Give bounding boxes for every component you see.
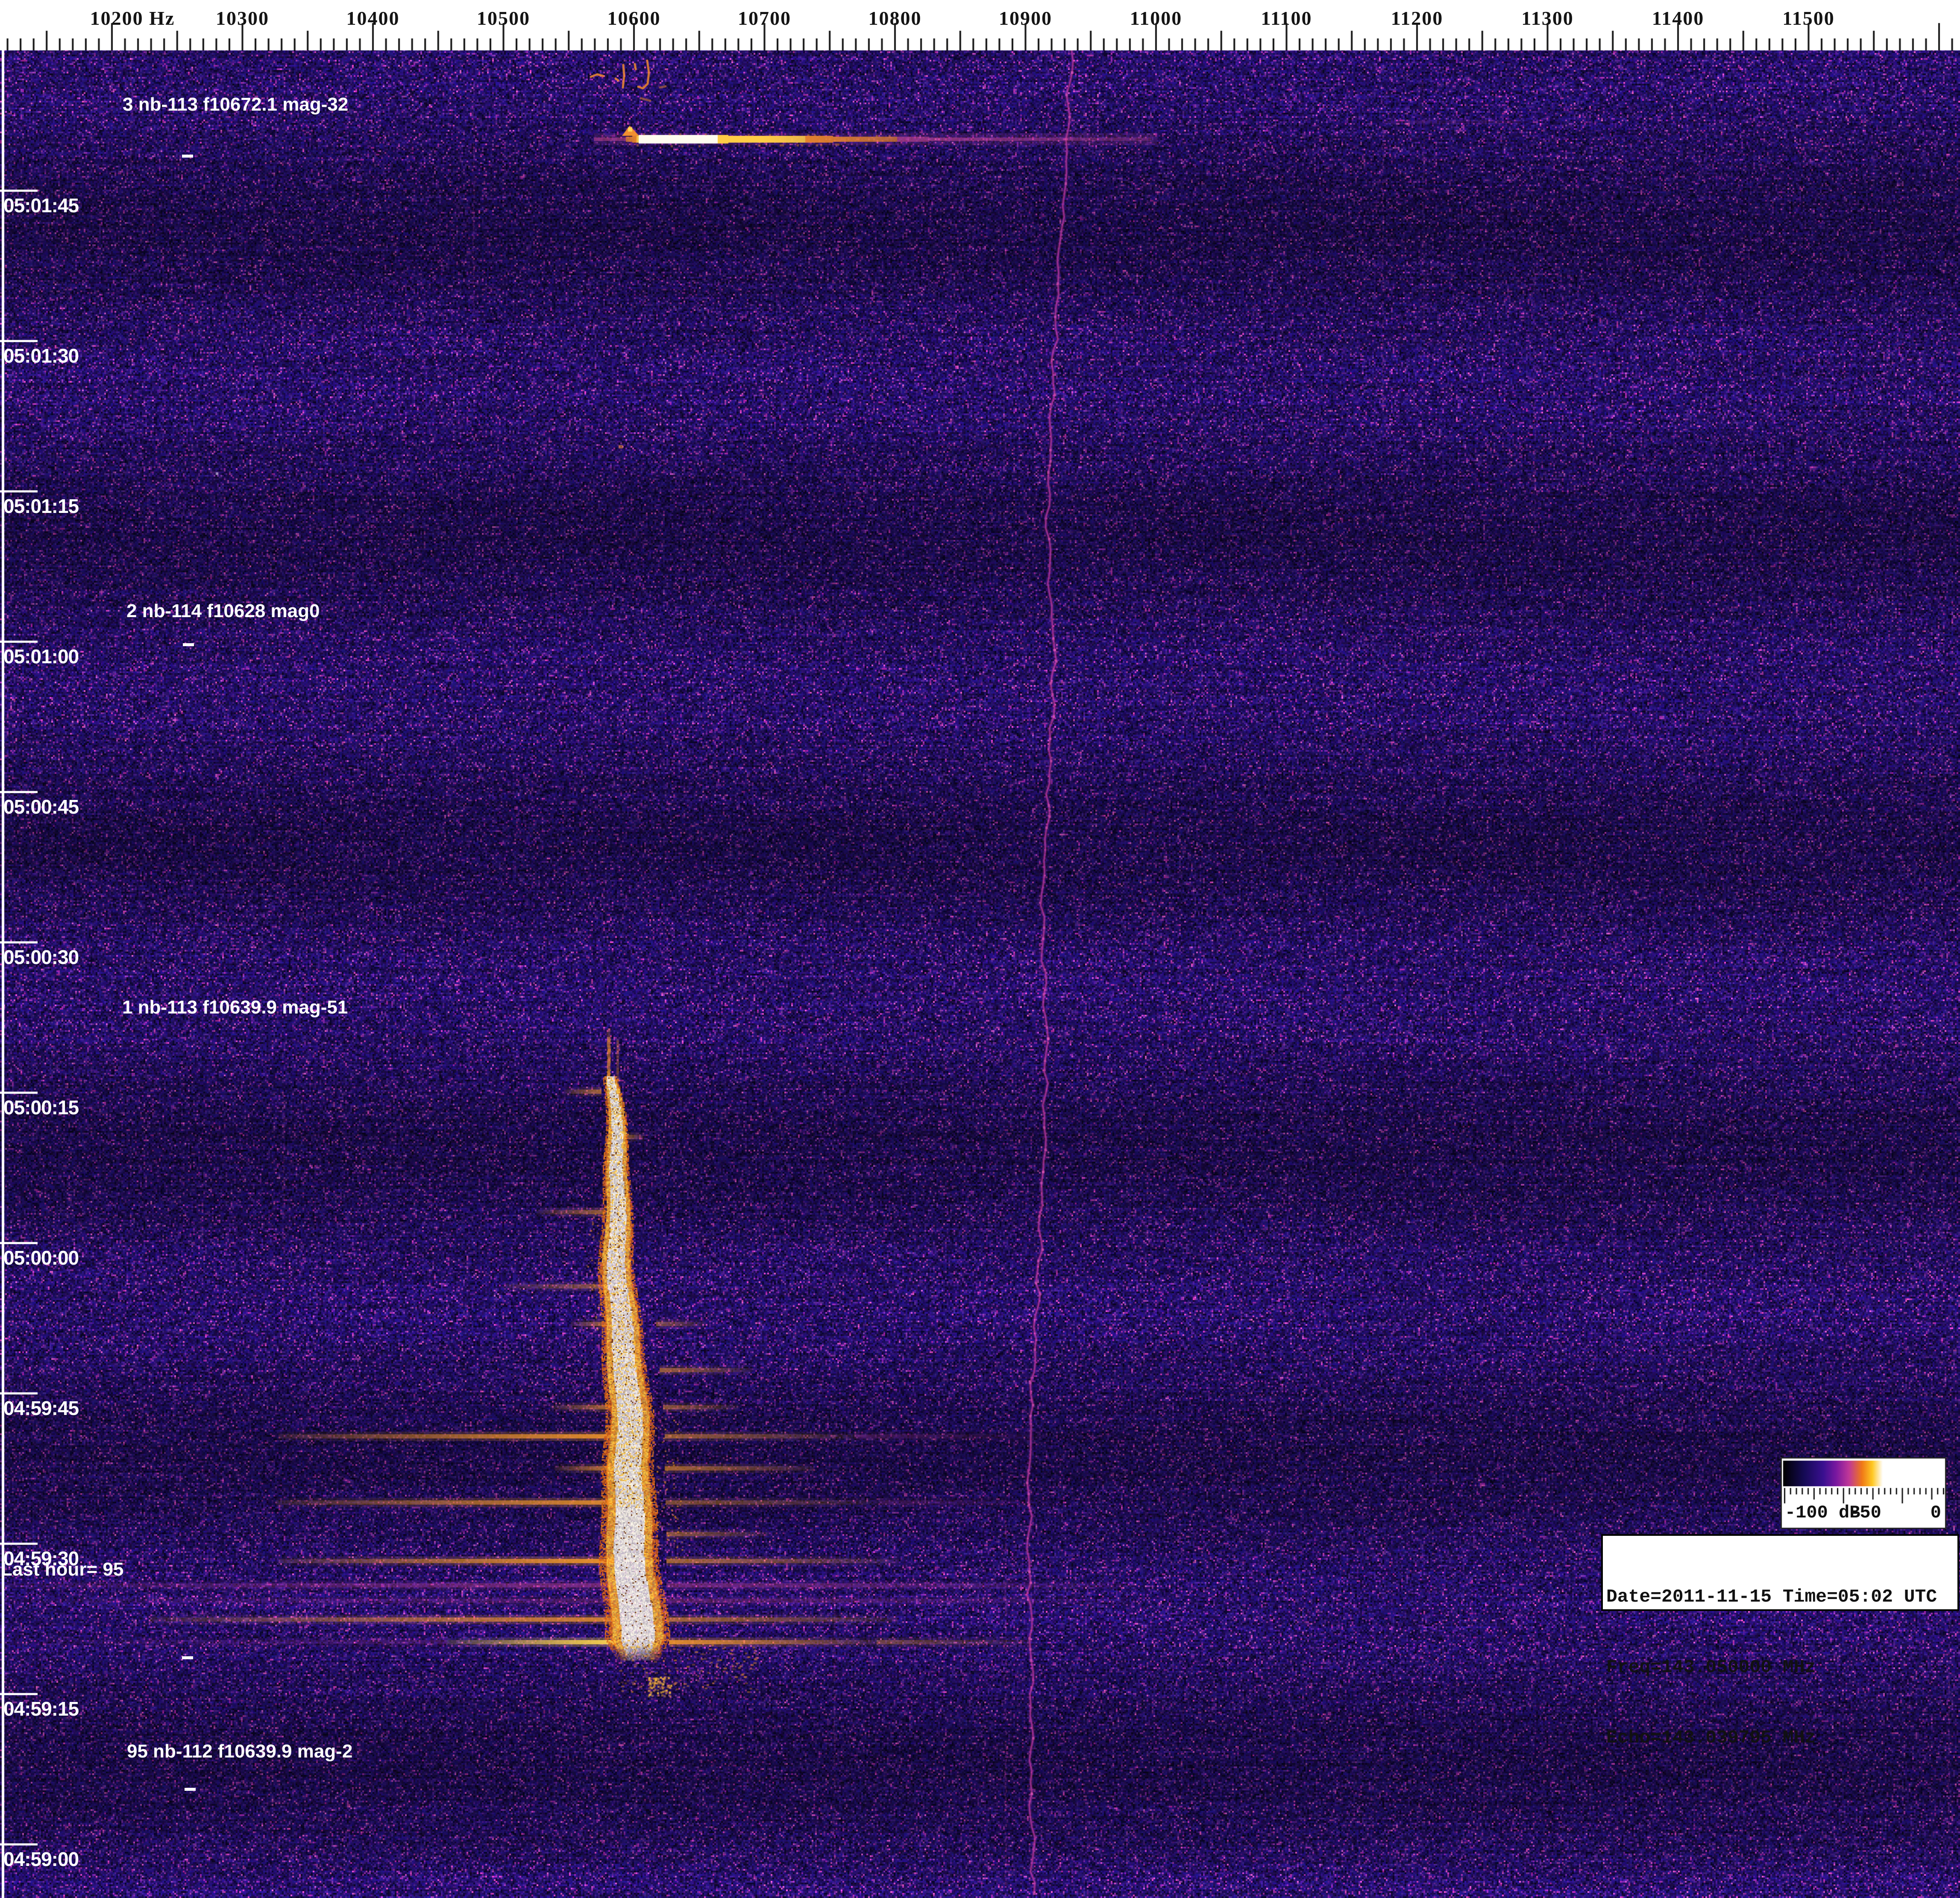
- frequency-tick-label: 11300: [1521, 7, 1573, 29]
- time-tick-label: 05:01:00: [3, 645, 79, 668]
- meteor-spectrogram-screen: 10200 Hz 10300 10400 10500 10600 10700 10800 10…: [0, 0, 1960, 1898]
- info-echo-frequency: Echo=143.039795 MHz: [1606, 1726, 1954, 1749]
- event-marker-dash: [182, 1656, 193, 1659]
- time-tick-label: 05:01:30: [3, 344, 79, 367]
- info-frequency: Freq=143.050000 MHz: [1606, 1655, 1954, 1679]
- time-tick-label: 04:59:45: [3, 1397, 79, 1420]
- event-annotation: 3 nb-113 f10672.1 mag-32: [123, 94, 348, 115]
- event-annotation: 1 nb-113 f10639.9 mag-51: [122, 997, 348, 1018]
- time-tick-label: 04:59:15: [3, 1697, 79, 1720]
- colorbar-label-max: 0: [1931, 1503, 1941, 1523]
- frequency-tick-label: 10600: [607, 7, 661, 29]
- info-date-time: Date=2011-11-15 Time=05:02 UTC: [1606, 1585, 1954, 1608]
- frequency-tick-label: 10900: [999, 7, 1052, 29]
- time-tick-label: 05:01:15: [3, 495, 79, 518]
- colorbar-label-mid: -50: [1849, 1503, 1881, 1523]
- frequency-tick-label: 11400: [1652, 7, 1704, 29]
- time-tick-label: 05:01:45: [3, 194, 79, 217]
- event-annotation: 2 nb-114 f10628 mag0: [126, 600, 320, 622]
- time-tick-label: 04:59:00: [3, 1848, 79, 1871]
- time-tick-label: 05:00:45: [3, 795, 79, 818]
- event-annotation: 95 nb-112 f10639.9 mag-2: [127, 1741, 352, 1762]
- frequency-tick-label: 10400: [346, 7, 400, 29]
- status-info-box: Date=2011-11-15 Time=05:02 UTC Freq=143.…: [1601, 1534, 1959, 1611]
- frequency-tick-label: 10300: [216, 7, 269, 29]
- event-marker-dash: [182, 155, 193, 158]
- time-tick-label: 05:00:15: [3, 1096, 79, 1119]
- frequency-tick-label: 10700: [738, 7, 791, 29]
- event-marker-dash: [185, 1788, 196, 1791]
- frequency-tick-label: 11200: [1391, 7, 1443, 29]
- frequency-tick-label: 10200 Hz: [90, 7, 175, 29]
- time-tick-label: 05:00:00: [3, 1246, 79, 1269]
- time-tick-label: 05:00:30: [3, 946, 79, 969]
- event-marker-dash: [183, 643, 194, 646]
- frequency-tick-label: 10500: [477, 7, 530, 29]
- frequency-tick-label: 11000: [1130, 7, 1182, 29]
- frequency-tick-label: 11500: [1782, 7, 1834, 29]
- last-hour-counter: Last hour= 95: [1, 1559, 123, 1580]
- frequency-tick-label: 10800: [869, 7, 922, 29]
- frequency-tick-label: 11100: [1261, 7, 1312, 29]
